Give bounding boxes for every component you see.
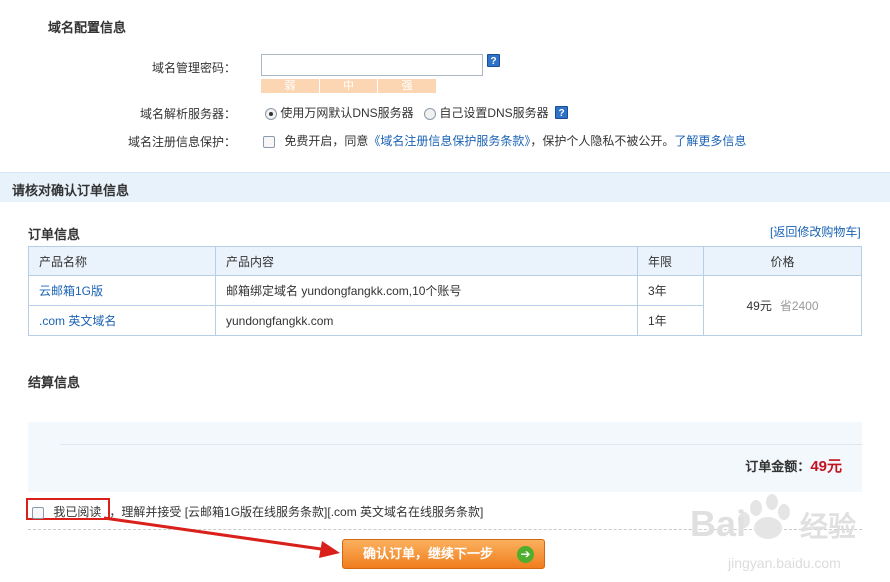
header-price: 价格 <box>703 246 862 276</box>
radio-icon[interactable] <box>424 107 436 120</box>
privacy-checkbox[interactable] <box>263 135 275 148</box>
product-years: 1年 <box>637 305 704 336</box>
order-total: 订单金额：49元 <box>745 458 842 475</box>
dns-option-default[interactable]: 使用万网默认DNS服务器 <box>265 104 414 121</box>
product-content: 邮箱绑定域名 yundongfangkk.com,10个账号 <box>215 275 638 306</box>
price-value: 49元 <box>746 299 772 313</box>
strength-weak: 弱 <box>261 79 319 93</box>
product-name-link[interactable]: .com 英文域名 <box>39 314 116 328</box>
agreement-checkbox[interactable] <box>32 506 44 519</box>
radio-selected-icon[interactable] <box>265 107 277 120</box>
order-table: 产品名称 产品内容 年限 价格 云邮箱1G版 邮箱绑定域名 yundongfan… <box>28 246 862 336</box>
header-product-name: 产品名称 <box>28 246 216 276</box>
annotation-arrow-icon <box>103 516 340 558</box>
password-label: 域名管理密码： <box>151 61 236 75</box>
help-icon[interactable]: ? <box>487 54 500 67</box>
product-years: 3年 <box>637 275 704 306</box>
price-cell: 49元 省2400 <box>703 275 862 336</box>
table-header-row: 产品名称 产品内容 年限 价格 <box>28 246 862 276</box>
settlement-box <box>28 422 862 492</box>
table-row: 云邮箱1G版 邮箱绑定域名 yundongfangkk.com,10个账号 3年… <box>28 275 862 336</box>
back-to-cart-link[interactable]: [返回修改购物车] <box>770 223 861 240</box>
password-strength-meter: 弱 中 强 <box>261 79 437 93</box>
svg-text:jingyan.baidu.com: jingyan.baidu.com <box>727 555 841 571</box>
header-years: 年限 <box>637 246 704 276</box>
header-product-content: 产品内容 <box>215 246 638 276</box>
saved-value: 省2400 <box>779 299 819 313</box>
agreement-text-2: [.com 英文域名在线服务条款] <box>327 505 484 519</box>
arrow-right-icon: ➔ <box>517 546 534 563</box>
product-name-link[interactable]: 云邮箱1G版 <box>39 284 103 298</box>
confirm-title: 请核对确认订单信息 <box>12 183 130 198</box>
domain-config-title: 域名配置信息 <box>48 20 127 35</box>
privacy-label: 域名注册信息保护： <box>127 135 236 149</box>
confirm-bar <box>0 172 890 202</box>
privacy-terms-link[interactable]: 《域名注册信息保护服务条款》 <box>368 134 530 148</box>
paw-icon: Bai 经验 jingyan.baidu.com <box>690 494 856 571</box>
learn-more-link[interactable]: 了解更多信息 <box>674 134 746 148</box>
help-icon[interactable]: ? <box>555 106 568 119</box>
agreement-checkbox-label: 我已阅读 <box>53 505 102 519</box>
divider <box>60 444 862 445</box>
baidu-watermark-logo: Bai 经验 jingyan.baidu.com <box>680 488 880 578</box>
password-input[interactable] <box>261 54 483 76</box>
dns-label: 域名解析服务器： <box>139 107 236 121</box>
product-content: yundongfangkk.com <box>215 305 638 336</box>
svg-text:Bai: Bai <box>690 503 746 544</box>
privacy-row: 免费开启，同意《域名注册信息保护服务条款》，保护个人隐私不被公开。了解更多信息 <box>263 132 746 149</box>
svg-text:经验: 经验 <box>800 510 856 542</box>
strength-strong: 强 <box>378 79 437 93</box>
dns-option-custom[interactable]: 自己设置DNS服务器 <box>424 104 549 121</box>
strength-medium: 中 <box>319 79 378 93</box>
confirm-order-button[interactable]: 确认订单，继续下一步 ➔ <box>342 539 545 569</box>
settlement-title: 结算信息 <box>28 375 81 390</box>
order-info-title: 订单信息 <box>28 227 81 242</box>
total-amount: 49元 <box>810 458 842 475</box>
